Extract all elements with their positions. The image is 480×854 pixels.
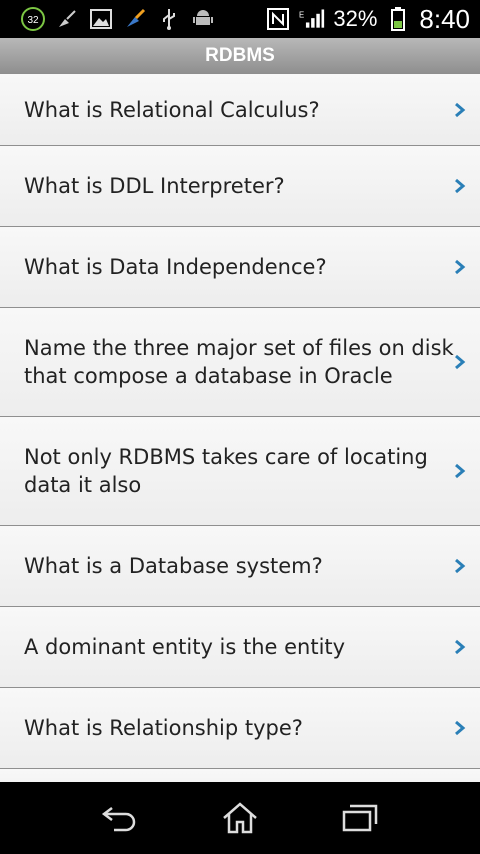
back-button[interactable] <box>100 800 140 836</box>
list-item[interactable]: Name the three major set of files on dis… <box>0 308 480 417</box>
cleaner-icon <box>122 6 148 32</box>
list-item[interactable]: What is a Database system? <box>0 526 480 607</box>
badge-counter-icon: 32 <box>20 6 46 32</box>
signal-icon: E <box>299 6 325 32</box>
battery-icon <box>385 6 411 32</box>
recent-apps-icon <box>342 804 378 832</box>
broom-icon <box>54 6 80 32</box>
notification-icons: 32 <box>20 6 216 32</box>
list-item-label: What is Relational Calculus? <box>24 97 320 122</box>
chevron-right-icon <box>455 354 466 370</box>
list-item-label: Not only RDBMS takes care of locating da… <box>24 445 428 497</box>
recent-apps-button[interactable] <box>340 800 380 836</box>
chevron-right-icon <box>455 558 466 574</box>
nfc-icon <box>265 6 291 32</box>
android-icon <box>190 6 216 32</box>
chevron-right-icon <box>455 463 466 479</box>
chevron-right-icon <box>455 102 466 117</box>
list-item-label: What is a Database system? <box>24 554 323 578</box>
list-item-label: Name the three major set of files on dis… <box>24 336 454 388</box>
question-list: What is Relational Calculus? What is DDL… <box>0 74 480 782</box>
list-item[interactable] <box>0 769 480 782</box>
page-title: RDBMS <box>205 45 275 66</box>
list-item[interactable]: What is Relational Calculus? <box>0 74 480 146</box>
battery-percent: 32% <box>333 6 378 31</box>
list-item[interactable]: What is Data Independence? <box>0 227 480 308</box>
title-bar: RDBMS <box>0 38 480 75</box>
home-icon <box>223 802 257 834</box>
list-item[interactable]: What is Relationship type? <box>0 688 480 769</box>
list-item-label: What is Relationship type? <box>24 716 303 740</box>
back-icon <box>101 807 136 832</box>
system-status: E 32% 8:40 <box>265 4 470 34</box>
list-item[interactable]: Not only RDBMS takes care of locating da… <box>0 417 480 526</box>
chevron-right-icon <box>455 178 466 194</box>
badge-count: 32 <box>27 15 39 26</box>
list-item-label: A dominant entity is the entity <box>24 635 346 659</box>
usb-icon <box>156 6 182 32</box>
image-icon <box>88 6 114 32</box>
list-item-label: What is Data Independence? <box>24 255 327 279</box>
home-button[interactable] <box>220 800 260 836</box>
list-item[interactable]: A dominant entity is the entity <box>0 607 480 688</box>
chevron-right-icon <box>455 639 466 655</box>
chevron-right-icon <box>455 720 466 736</box>
list-item-label: What is DDL Interpreter? <box>24 174 285 198</box>
list-item[interactable]: What is DDL Interpreter? <box>0 146 480 227</box>
svg-text:E: E <box>299 10 304 19</box>
navigation-bar <box>0 782 480 854</box>
chevron-right-icon <box>455 259 466 275</box>
clock: 8:40 <box>419 3 470 34</box>
status-bar: 32 E 32% 8:40 <box>0 0 480 38</box>
